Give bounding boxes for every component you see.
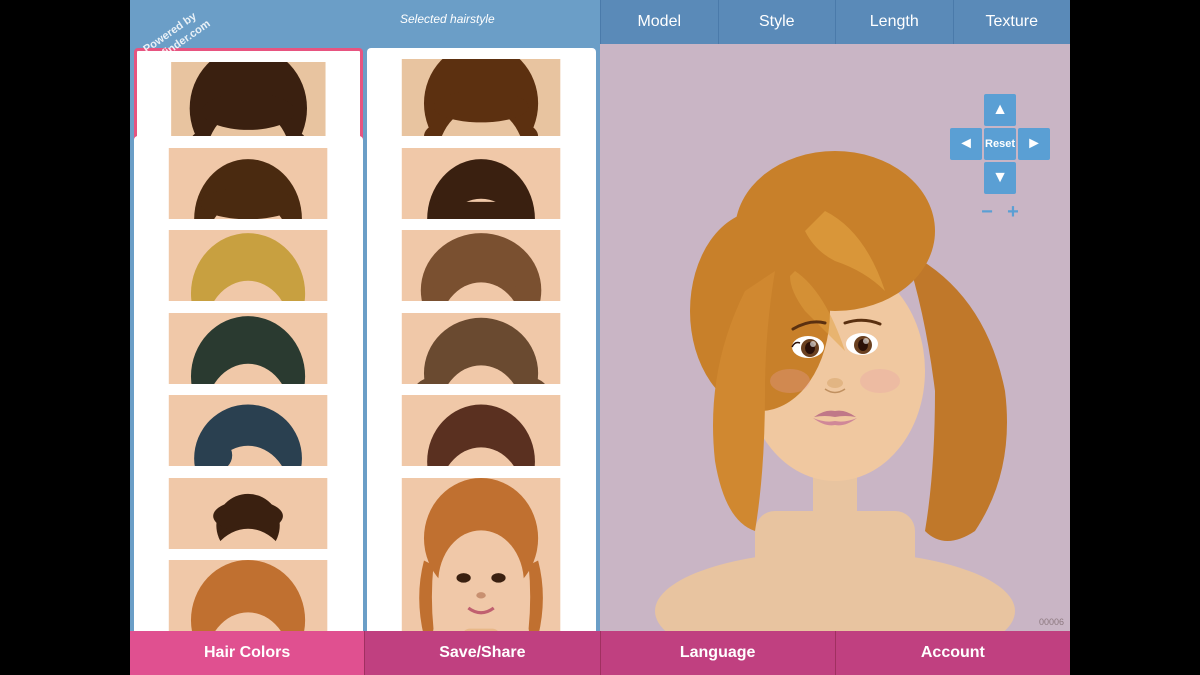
zoom-in-button[interactable]: + bbox=[1001, 200, 1025, 224]
bottom-btn-account[interactable]: Account bbox=[836, 631, 1070, 675]
selected-hairstyle-panel: Selected hairstyle bbox=[130, 0, 600, 44]
nav-controls: ▲ ◄ Reset ► ▼ − + bbox=[950, 94, 1050, 224]
nav-up-button[interactable]: ▲ bbox=[984, 94, 1016, 126]
nav-left-button[interactable]: ◄ bbox=[950, 128, 982, 160]
nav-down-button[interactable]: ▼ bbox=[984, 162, 1016, 194]
bottom-nav: Hair Colors Save/Share Language Account bbox=[130, 631, 1070, 675]
bottom-btn-language[interactable]: Language bbox=[601, 631, 836, 675]
tab-style[interactable]: Style bbox=[718, 0, 836, 44]
reset-button[interactable]: Reset bbox=[984, 128, 1016, 160]
selected-label: Selected hairstyle bbox=[130, 0, 600, 26]
tab-length[interactable]: Length bbox=[835, 0, 953, 44]
bottom-btn-hair-colors[interactable]: Hair Colors bbox=[130, 631, 365, 675]
version-label: 00006 bbox=[1039, 617, 1064, 627]
zoom-out-button[interactable]: − bbox=[975, 200, 999, 224]
hair-item-13[interactable] bbox=[134, 549, 363, 631]
tab-model[interactable]: Model bbox=[600, 0, 718, 44]
bottom-btn-save-share[interactable]: Save/Share bbox=[365, 631, 600, 675]
hairstyle-grid bbox=[130, 44, 600, 631]
app-container: Selected hairstyle Model Style Length Te… bbox=[130, 0, 1070, 675]
tab-texture[interactable]: Texture bbox=[953, 0, 1071, 44]
main-content: Powered by hairfinder.com bbox=[130, 44, 1070, 631]
right-panel: ▲ ◄ Reset ► ▼ − + bbox=[600, 44, 1070, 631]
left-panel: Powered by hairfinder.com bbox=[130, 44, 600, 631]
top-nav: Selected hairstyle Model Style Length Te… bbox=[130, 0, 1070, 44]
hair-item-12[interactable] bbox=[367, 466, 596, 631]
nav-right-button[interactable]: ► bbox=[1018, 128, 1050, 160]
